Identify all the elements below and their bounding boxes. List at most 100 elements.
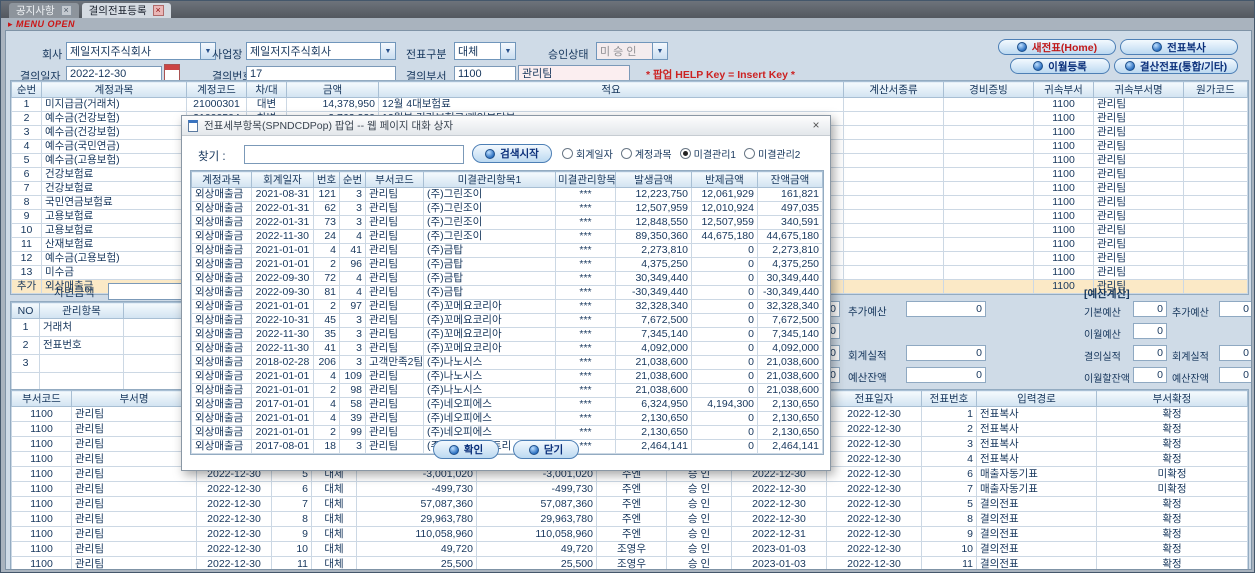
ok-button[interactable]: 확인	[433, 440, 499, 459]
table-row[interactable]: 외상매출금 2021-01-01 2 99 관리팀 (주)네오피에스 *** 2,130,65…	[191, 425, 823, 440]
table-row[interactable]: 외상매출금 2022-01-31 73 3 관리팀 (주)그린조이 *** 12,848,55…	[191, 215, 823, 230]
search-start-button[interactable]: 검색시작	[472, 144, 552, 163]
table-row[interactable]: 1100 관리팀 2022-12-30 6 대체 -499,730 -499,730 주엔 승 …	[11, 481, 1248, 497]
cell: 외상매출금	[191, 285, 252, 300]
column-header[interactable]: 회계일자	[251, 171, 314, 188]
menu-open-button[interactable]: ▸ MENU OPEN	[8, 19, 75, 30]
column-header[interactable]: 적요	[378, 81, 844, 98]
cell: 미수금	[41, 265, 187, 280]
column-header[interactable]: NO	[11, 302, 40, 319]
table-row[interactable]: 외상매출금2018-02-282063고객만족2팀(JC(주)나노시스***21…	[191, 355, 823, 370]
table-row[interactable]: 1100 관리팀 2022-12-30 7 대체 57,087,360 57,087,360…	[11, 496, 1248, 512]
close-icon[interactable]: ×	[152, 5, 164, 16]
column-header[interactable]: 부서확정	[1096, 390, 1248, 407]
column-header[interactable]: 반제금액	[691, 171, 758, 188]
company-select[interactable]: 제일저지주식회사 ▼	[66, 42, 216, 60]
carry-budget-label: 이월예산	[1084, 330, 1121, 341]
table-row[interactable]: 외상매출금 2021-01-01 4 41 관리팀 (주)금탑 *** 2,273,810 0 2…	[191, 243, 823, 258]
site-select[interactable]: 제일저지주식회사 ▼	[246, 42, 396, 60]
cell	[1183, 139, 1248, 154]
radio-account-date[interactable]: 회계일자	[562, 146, 613, 161]
cell: 1	[11, 97, 42, 112]
tab-slip-register[interactable]: 결의전표등록 ×	[81, 3, 171, 18]
copy-slip-button[interactable]: 전표복사	[1120, 39, 1238, 55]
table-row[interactable]: 외상매출금 2022-09-30 72 4 관리팀 (주)금탑 *** 30,349,440 0…	[191, 271, 823, 286]
column-header[interactable]: 번호	[313, 171, 340, 188]
cell: 25,500	[476, 556, 597, 569]
column-header[interactable]: 부서명	[71, 390, 197, 407]
table-row[interactable]: 외상매출금 2021-01-01 2 98 관리팀 (주)나노시스 *** 21,038,60…	[191, 383, 823, 398]
column-header[interactable]: 미결관리항목2	[555, 171, 616, 188]
table-row[interactable]: 외상매출금 2021-01-01 2 96 관리팀 (주)금탑 *** 4,375,250 0 4…	[191, 257, 823, 272]
calendar-icon[interactable]	[164, 64, 180, 81]
radio-open-mgmt2[interactable]: 미결관리2	[744, 146, 800, 161]
column-header[interactable]: 잔액금액	[757, 171, 823, 188]
chevron-down-icon[interactable]: ▼	[380, 43, 395, 59]
column-header[interactable]: 순번	[11, 81, 42, 98]
table-row[interactable]: 외상매출금 2022-10-31 45 3 관리팀 (주)꼬메요코리아 *** 7,672,5…	[191, 313, 823, 328]
column-header[interactable]: 미결관리항목1	[423, 171, 556, 188]
column-header[interactable]: 계산서종류	[843, 81, 944, 98]
dialog-titlebar[interactable]: 전표세부항목(SPNDCDPop) 팝업 -- 웹 페이지 대화 상자 ×	[182, 116, 830, 136]
column-header[interactable]: 계정과목	[41, 81, 187, 98]
account-actual-value: 0	[906, 345, 986, 361]
table-row[interactable]: 1100 관리팀 2022-12-30 11 대체 25,500 25,500 조영우 승 인2…	[11, 556, 1248, 569]
site-label: 사업장	[212, 49, 243, 61]
table-row[interactable]: 외상매출금 2022-11-30 35 3 관리팀 (주)꼬메요코리아 *** 7,345,1…	[191, 327, 823, 342]
column-header[interactable]: 금액	[286, 81, 379, 98]
column-header[interactable]: 귀속부서	[1033, 81, 1094, 98]
column-header[interactable]: 귀속부서명	[1093, 81, 1184, 98]
closing-slip-button[interactable]: 결산전표(통합/기타)	[1114, 58, 1238, 74]
table-row[interactable]: 외상매출금 2021-01-01 4 39 관리팀 (주)네오피에스 *** 2,130,65…	[191, 411, 823, 426]
column-header[interactable]: 발생금액	[615, 171, 692, 188]
cell: 21,038,600	[757, 383, 823, 398]
column-header[interactable]: 부서코드	[11, 390, 72, 407]
cell: 9	[11, 209, 42, 224]
cell	[843, 279, 944, 294]
cell	[1183, 223, 1248, 238]
close-button[interactable]: 닫기	[513, 440, 579, 459]
cell: 외상매출금	[191, 397, 252, 412]
approve-status-select[interactable]: 미 승 인 ▼	[596, 42, 668, 60]
table-row[interactable]: 1100 관리팀 2022-12-30 10 대체 49,720 49,720 조영우 승 인2…	[11, 541, 1248, 557]
cell: 2021-01-01	[251, 257, 314, 272]
radio-account-subject[interactable]: 계정과목	[620, 146, 672, 161]
column-header[interactable]: 경비증빙	[943, 81, 1034, 98]
column-header[interactable]: 전표번호	[921, 390, 977, 407]
column-header[interactable]: 차/대	[246, 81, 287, 98]
table-row[interactable]: 외상매출금 2022-11-30 24 4 관리팀 (주)그린조이 *** 89,350,36…	[191, 229, 823, 244]
cell: 외상매출금	[191, 201, 252, 216]
search-input[interactable]	[244, 144, 464, 164]
close-icon[interactable]: ×	[806, 118, 826, 133]
table-row[interactable]: 외상매출금 2017-01-01 4 58 관리팀 (주)네오피에스 *** 6,324,95…	[191, 397, 823, 412]
table-row[interactable]: 외상매출금 2022-09-30 81 4 관리팀 (주)금탑 *** -30,349,440…	[191, 285, 823, 300]
table-row[interactable]: 외상매출금 2022-01-31 62 3 관리팀 (주)그린조이 *** 12,507,95…	[191, 201, 823, 216]
column-header[interactable]: 관리항목	[39, 302, 124, 319]
table-row[interactable]: 1 미지급금(거래처) 21000301 대변 14,378,950 12월 4대보험료 1…	[11, 97, 1248, 112]
column-header[interactable]: 원가코드	[1183, 81, 1248, 98]
column-header[interactable]: 순번	[339, 171, 366, 188]
column-header[interactable]: 계정코드	[186, 81, 247, 98]
column-header[interactable]: 입력경로	[976, 390, 1097, 407]
cell	[1183, 209, 1248, 224]
table-row[interactable]: 외상매출금 2021-01-01 4 109 관리팀 (주)나노시스 *** 21,038,6…	[191, 369, 823, 384]
radio-open-mgmt1[interactable]: 미결관리1	[679, 146, 736, 161]
cell: 11	[921, 556, 977, 569]
close-icon[interactable]: ×	[60, 5, 72, 16]
table-row[interactable]: 외상매출금 2021-08-31 121 3 관리팀 (주)그린조이 *** 12,223,7…	[191, 187, 823, 202]
table-row[interactable]: 1100 관리팀 2022-12-30 8 대체 29,963,780 29,963,780…	[11, 511, 1248, 527]
column-header[interactable]: 전표일자	[826, 390, 922, 407]
new-slip-button[interactable]: 새전표(Home)	[998, 39, 1116, 55]
column-header[interactable]: 부서코드	[365, 171, 424, 188]
carryover-register-button[interactable]: 이월등록	[1010, 58, 1110, 74]
column-header[interactable]: 계정과목	[191, 171, 252, 188]
tab-label: 결의전표등록	[88, 5, 147, 17]
chevron-down-icon[interactable]: ▼	[500, 43, 515, 59]
table-row[interactable]: 외상매출금 2021-01-01 2 97 관리팀 (주)꼬메요코리아 *** 32,328,…	[191, 299, 823, 314]
table-row[interactable]: 1100 관리팀 2022-12-30 9 대체 110,058,960 110,058,9…	[11, 526, 1248, 542]
cell: 6	[11, 167, 42, 182]
slip-type-select[interactable]: 대체 ▼	[454, 42, 516, 60]
tab-notice[interactable]: 공지사항 ×	[9, 3, 79, 18]
chevron-down-icon[interactable]: ▼	[652, 43, 667, 59]
table-row[interactable]: 외상매출금 2022-11-30 41 3 관리팀 (주)꼬메요코리아 *** 4,092,0…	[191, 341, 823, 356]
